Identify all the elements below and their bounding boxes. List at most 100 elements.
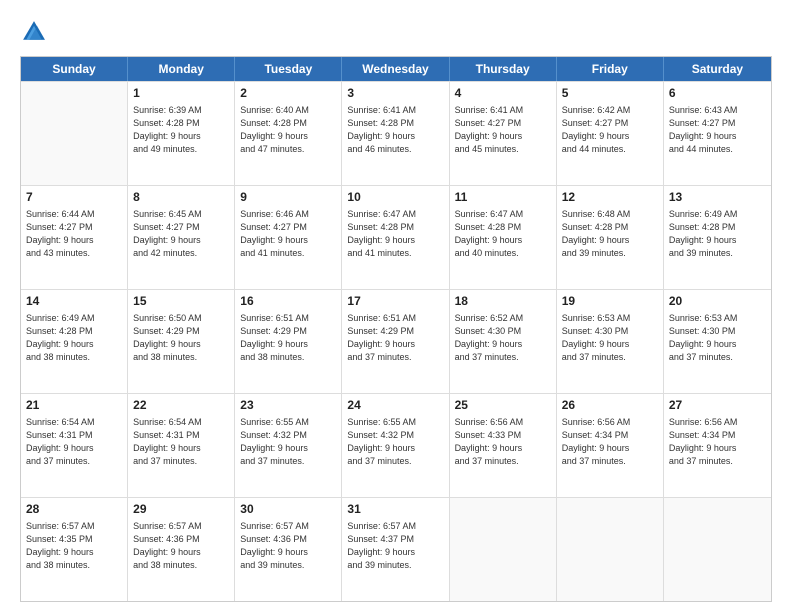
calendar-header-row: SundayMondayTuesdayWednesdayThursdayFrid…: [21, 57, 771, 81]
calendar-header-thursday: Thursday: [450, 57, 557, 81]
day-number: 31: [347, 501, 443, 518]
calendar-row-2: 14Sunrise: 6:49 AM Sunset: 4:28 PM Dayli…: [21, 289, 771, 393]
day-number: 11: [455, 189, 551, 206]
calendar-cell: 21Sunrise: 6:54 AM Sunset: 4:31 PM Dayli…: [21, 394, 128, 497]
day-info: Sunrise: 6:44 AM Sunset: 4:27 PM Dayligh…: [26, 208, 122, 260]
calendar-cell: 12 Sunrise: 6:48 AM Sunset: 4:28 PM Dayli…: [557, 186, 664, 289]
day-info: Sunrise: 6:40 AM Sunset: 4:28 PM Dayligh…: [240, 104, 336, 156]
calendar-row-4: 28 Sunrise: 6:57 AM Sunset: 4:35 PM Dayli…: [21, 497, 771, 601]
calendar-cell: 1Sunrise: 6:39 AM Sunset: 4:28 PM Daylig…: [128, 82, 235, 185]
calendar-cell: 17 Sunrise: 6:51 AM Sunset: 4:29 PM Dayli…: [342, 290, 449, 393]
day-info: Sunrise: 6:57 AM Sunset: 4:37 PM Dayligh…: [347, 520, 443, 572]
day-number: 28: [26, 501, 122, 518]
calendar-cell: [557, 498, 664, 601]
calendar-cell: 4Sunrise: 6:41 AM Sunset: 4:27 PM Daylig…: [450, 82, 557, 185]
day-number: 9: [240, 189, 336, 206]
calendar-cell: 5 Sunrise: 6:42 AM Sunset: 4:27 PM Daylig…: [557, 82, 664, 185]
day-info: Sunrise: 6:56 AM Sunset: 4:33 PM Dayligh…: [455, 416, 551, 468]
calendar-row-3: 21 Sunrise: 6:54 AM Sunset: 4:31 PM Dayli…: [21, 393, 771, 497]
logo: [20, 18, 52, 46]
day-info: Sunrise: 6:55 AM Sunset: 4:32 PM Dayligh…: [347, 416, 443, 468]
calendar-cell: 23 Sunrise: 6:55 AM Sunset: 4:32 PM Dayli…: [235, 394, 342, 497]
calendar-cell: 9 Sunrise: 6:46 AM Sunset: 4:27 PM Daylig…: [235, 186, 342, 289]
calendar-header-tuesday: Tuesday: [235, 57, 342, 81]
day-number: 3: [347, 85, 443, 102]
calendar-row-1: 7 Sunrise: 6:44 AM Sunset: 4:27 PM Daylig…: [21, 185, 771, 289]
day-number: 26: [562, 397, 658, 414]
calendar-cell: [450, 498, 557, 601]
day-number: 1: [133, 85, 229, 102]
header: [20, 18, 772, 46]
day-info: Sunrise: 6:42 AM Sunset: 4:27 PM Dayligh…: [562, 104, 658, 156]
day-info: Sunrise: 6:51 AM Sunset: 4:29 PM Dayligh…: [240, 312, 336, 364]
calendar-cell: 20Sunrise: 6:53 AM Sunset: 4:30 PM Dayli…: [664, 290, 771, 393]
calendar-cell: 28 Sunrise: 6:57 AM Sunset: 4:35 PM Dayli…: [21, 498, 128, 601]
day-info: Sunrise: 6:47 AM Sunset: 4:28 PM Dayligh…: [347, 208, 443, 260]
day-number: 15: [133, 293, 229, 310]
day-number: 5: [562, 85, 658, 102]
day-info: Sunrise: 6:57 AM Sunset: 4:36 PM Dayligh…: [133, 520, 229, 572]
day-number: 14: [26, 293, 122, 310]
day-info: Sunrise: 6:56 AM Sunset: 4:34 PM Dayligh…: [669, 416, 766, 468]
calendar-body: 1Sunrise: 6:39 AM Sunset: 4:28 PM Daylig…: [21, 81, 771, 601]
calendar-cell: 2 Sunrise: 6:40 AM Sunset: 4:28 PM Daylig…: [235, 82, 342, 185]
day-number: 25: [455, 397, 551, 414]
day-info: Sunrise: 6:53 AM Sunset: 4:30 PM Dayligh…: [562, 312, 658, 364]
day-info: Sunrise: 6:41 AM Sunset: 4:28 PM Dayligh…: [347, 104, 443, 156]
day-number: 23: [240, 397, 336, 414]
day-info: Sunrise: 6:47 AM Sunset: 4:28 PM Dayligh…: [455, 208, 551, 260]
day-info: Sunrise: 6:50 AM Sunset: 4:29 PM Dayligh…: [133, 312, 229, 364]
calendar-cell: 8 Sunrise: 6:45 AM Sunset: 4:27 PM Daylig…: [128, 186, 235, 289]
day-number: 19: [562, 293, 658, 310]
day-number: 22: [133, 397, 229, 414]
day-info: Sunrise: 6:46 AM Sunset: 4:27 PM Dayligh…: [240, 208, 336, 260]
calendar-cell: 14Sunrise: 6:49 AM Sunset: 4:28 PM Dayli…: [21, 290, 128, 393]
calendar-cell: 30Sunrise: 6:57 AM Sunset: 4:36 PM Dayli…: [235, 498, 342, 601]
calendar-cell: [664, 498, 771, 601]
calendar-cell: 18 Sunrise: 6:52 AM Sunset: 4:30 PM Dayli…: [450, 290, 557, 393]
calendar-cell: 19 Sunrise: 6:53 AM Sunset: 4:30 PM Dayli…: [557, 290, 664, 393]
day-number: 2: [240, 85, 336, 102]
calendar-header-monday: Monday: [128, 57, 235, 81]
day-info: Sunrise: 6:48 AM Sunset: 4:28 PM Dayligh…: [562, 208, 658, 260]
calendar-row-0: 1Sunrise: 6:39 AM Sunset: 4:28 PM Daylig…: [21, 81, 771, 185]
calendar-cell: 25 Sunrise: 6:56 AM Sunset: 4:33 PM Dayli…: [450, 394, 557, 497]
day-number: 8: [133, 189, 229, 206]
day-number: 17: [347, 293, 443, 310]
calendar-cell: 26 Sunrise: 6:56 AM Sunset: 4:34 PM Dayli…: [557, 394, 664, 497]
day-number: 18: [455, 293, 551, 310]
day-info: Sunrise: 6:56 AM Sunset: 4:34 PM Dayligh…: [562, 416, 658, 468]
day-number: 12: [562, 189, 658, 206]
day-info: Sunrise: 6:57 AM Sunset: 4:35 PM Dayligh…: [26, 520, 122, 572]
day-info: Sunrise: 6:52 AM Sunset: 4:30 PM Dayligh…: [455, 312, 551, 364]
day-info: Sunrise: 6:55 AM Sunset: 4:32 PM Dayligh…: [240, 416, 336, 468]
day-info: Sunrise: 6:43 AM Sunset: 4:27 PM Dayligh…: [669, 104, 766, 156]
calendar-cell: 7 Sunrise: 6:44 AM Sunset: 4:27 PM Daylig…: [21, 186, 128, 289]
calendar-cell: 16Sunrise: 6:51 AM Sunset: 4:29 PM Dayli…: [235, 290, 342, 393]
day-info: Sunrise: 6:41 AM Sunset: 4:27 PM Dayligh…: [455, 104, 551, 156]
day-number: 24: [347, 397, 443, 414]
calendar-header-friday: Friday: [557, 57, 664, 81]
calendar-cell: 13Sunrise: 6:49 AM Sunset: 4:28 PM Dayli…: [664, 186, 771, 289]
page: SundayMondayTuesdayWednesdayThursdayFrid…: [0, 0, 792, 612]
day-number: 30: [240, 501, 336, 518]
day-info: Sunrise: 6:45 AM Sunset: 4:27 PM Dayligh…: [133, 208, 229, 260]
day-info: Sunrise: 6:49 AM Sunset: 4:28 PM Dayligh…: [669, 208, 766, 260]
day-number: 21: [26, 397, 122, 414]
day-number: 10: [347, 189, 443, 206]
calendar-cell: 15 Sunrise: 6:50 AM Sunset: 4:29 PM Dayli…: [128, 290, 235, 393]
calendar-cell: 3 Sunrise: 6:41 AM Sunset: 4:28 PM Daylig…: [342, 82, 449, 185]
calendar: SundayMondayTuesdayWednesdayThursdayFrid…: [20, 56, 772, 602]
logo-icon: [20, 18, 48, 46]
calendar-cell: 29 Sunrise: 6:57 AM Sunset: 4:36 PM Dayli…: [128, 498, 235, 601]
calendar-cell: 22 Sunrise: 6:54 AM Sunset: 4:31 PM Dayli…: [128, 394, 235, 497]
day-number: 29: [133, 501, 229, 518]
calendar-cell: 31 Sunrise: 6:57 AM Sunset: 4:37 PM Dayli…: [342, 498, 449, 601]
calendar-cell: 11 Sunrise: 6:47 AM Sunset: 4:28 PM Dayli…: [450, 186, 557, 289]
day-number: 6: [669, 85, 766, 102]
day-number: 7: [26, 189, 122, 206]
calendar-header-sunday: Sunday: [21, 57, 128, 81]
calendar-cell: 10 Sunrise: 6:47 AM Sunset: 4:28 PM Dayli…: [342, 186, 449, 289]
day-info: Sunrise: 6:54 AM Sunset: 4:31 PM Dayligh…: [133, 416, 229, 468]
day-info: Sunrise: 6:51 AM Sunset: 4:29 PM Dayligh…: [347, 312, 443, 364]
